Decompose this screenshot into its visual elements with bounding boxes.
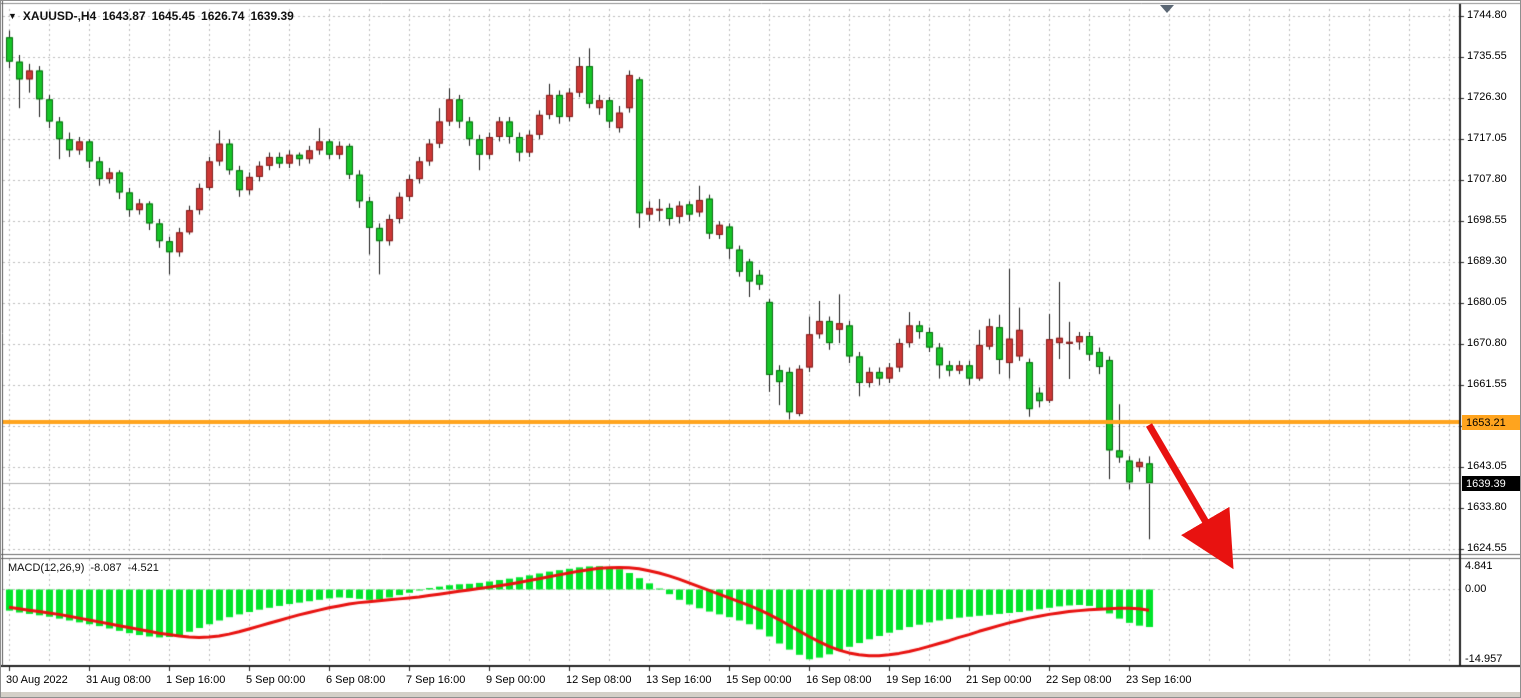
price-tick-label: 1717.05	[1467, 132, 1507, 144]
high-value: 1645.45	[152, 9, 195, 23]
price-tick-label: 1735.55	[1467, 50, 1507, 62]
chart-shift-marker-icon[interactable]	[1160, 5, 1174, 13]
time-tick-label: 7 Sep 16:00	[406, 674, 465, 686]
down-trend-arrow[interactable]	[1141, 417, 1261, 592]
price-tick-label: 1744.80	[1467, 9, 1507, 21]
window-bottom-edge	[1, 692, 1521, 698]
macd-indicator-label: MACD(12,26,9) -8.087 -4.521	[8, 562, 159, 574]
price-tick-label: 1633.80	[1467, 501, 1507, 513]
chart-window: ▼ XAUUSD-,H4 1643.87 1645.45 1626.74 163…	[0, 0, 1521, 698]
time-tick-label: 9 Sep 00:00	[486, 674, 545, 686]
close-value: 1639.39	[250, 9, 293, 23]
time-tick-label: 1 Sep 16:00	[166, 674, 225, 686]
ohlc-collapse-icon[interactable]: ▼	[8, 11, 17, 21]
macd-tick-label: 4.841	[1465, 560, 1493, 572]
price-tick-label: 1726.30	[1467, 91, 1507, 103]
time-tick-label: 31 Aug 08:00	[86, 674, 151, 686]
time-tick-label: 5 Sep 00:00	[246, 674, 305, 686]
low-value: 1626.74	[201, 9, 244, 23]
macd-signal-value: -4.521	[128, 562, 159, 574]
time-tick-label: 19 Sep 16:00	[886, 674, 951, 686]
chart-title: ▼ XAUUSD-,H4 1643.87 1645.45 1626.74 163…	[8, 9, 294, 23]
symbol-period-label: XAUUSD-,H4	[23, 9, 96, 23]
time-tick-label: 12 Sep 08:00	[566, 674, 631, 686]
price-tick-label: 1680.05	[1467, 296, 1507, 308]
arrow-shaft	[1149, 425, 1207, 524]
time-tick-label: 13 Sep 16:00	[646, 674, 711, 686]
price-tick-label: 1698.55	[1467, 214, 1507, 226]
price-tick-label: 1707.80	[1467, 173, 1507, 185]
macd-tick-label: -14.957	[1465, 653, 1502, 665]
time-tick-label: 22 Sep 08:00	[1046, 674, 1111, 686]
price-tick-label: 1643.05	[1467, 460, 1507, 472]
price-tick-label: 1689.30	[1467, 255, 1507, 267]
time-tick-label: 21 Sep 00:00	[966, 674, 1031, 686]
time-tick-label: 23 Sep 16:00	[1126, 674, 1191, 686]
macd-tick-label: 0.00	[1465, 583, 1486, 595]
open-value: 1643.87	[102, 9, 145, 23]
time-tick-label: 15 Sep 00:00	[726, 674, 791, 686]
time-tick-label: 6 Sep 08:00	[326, 674, 385, 686]
time-tick-label: 16 Sep 08:00	[806, 674, 871, 686]
price-tick-label: 1661.55	[1467, 378, 1507, 390]
macd-main-value: -8.087	[90, 562, 121, 574]
orange-level-price-tag[interactable]: 1653.21	[1462, 415, 1521, 430]
time-tick-label: 30 Aug 2022	[6, 674, 68, 686]
price-tick-label: 1670.80	[1467, 337, 1507, 349]
current-price-tag: 1639.39	[1462, 476, 1521, 491]
macd-name: MACD(12,26,9)	[8, 562, 84, 574]
price-tick-label: 1624.55	[1467, 542, 1507, 554]
